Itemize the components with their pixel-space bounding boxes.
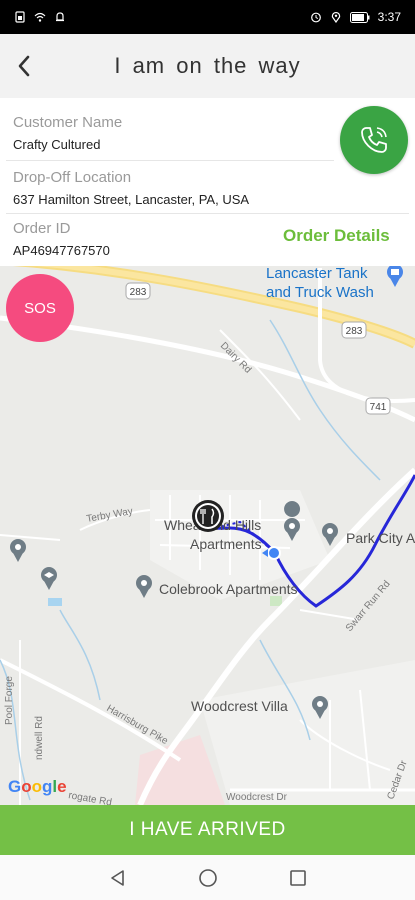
back-triangle-icon [110,869,124,886]
back-button[interactable] [8,48,40,84]
call-customer-button[interactable] [340,106,408,174]
customer-name-field: Customer Name Crafty Cultured [6,114,334,152]
place-label-woodcrest: Woodcrest Villa [191,698,288,714]
restaurant-marker[interactable] [192,500,224,532]
customer-name-value: Crafty Cultured [13,137,101,152]
place-label-lancaster-tank-1: Lancaster Tank [266,265,368,282]
divider [6,213,409,214]
status-time: 3:37 [377,10,401,24]
location-icon [331,12,340,23]
home-circle-icon [198,868,217,887]
google-logo: Google [8,777,67,796]
system-nav-bar [0,855,415,900]
place-label-colebrook: Colebrook Apartments [159,581,298,597]
nav-home-button[interactable] [197,867,219,889]
shield-283-b: 283 [346,326,363,337]
road-label-woodcrest-dr: Woodcrest Dr [226,792,288,803]
page-title: I am on the way [114,53,301,78]
dropoff-location-field: Drop-Off Location 637 Hamilton Street, L… [6,169,334,207]
sim-icon [15,11,25,23]
place-label-lancaster-tank-2: and Truck Wash [266,284,374,301]
dropoff-location-label: Drop-Off Location [13,169,132,186]
status-right-icons: 3:37 [310,10,401,24]
alarm-icon [310,12,321,23]
shield-741: 741 [370,402,387,413]
divider [6,160,334,161]
recents-square-icon [289,869,306,886]
nav-recents-button[interactable] [287,867,309,889]
wifi-icon [34,12,46,22]
shield-283-a: 283 [130,287,147,298]
dropoff-location-value: 637 Hamilton Street, Lancaster, PA, USA [13,192,250,207]
nav-back-button[interactable] [107,867,129,889]
app-header: I am on the way [0,34,415,98]
road-label-pool-forge: Pool Forge [4,676,15,725]
place-label-wheatland-2: Apartments [190,536,262,552]
customer-name-label: Customer Name [13,114,123,131]
chevron-left-icon [18,55,30,77]
place-label-park-city: Park City A [346,530,415,546]
phone-icon [361,127,387,153]
i-have-arrived-button[interactable]: I HAVE ARRIVED [0,805,415,855]
status-bar: 3:37 [0,0,415,34]
battery-icon [349,11,370,23]
notification-bell-icon [56,12,64,22]
sos-button[interactable]: SOS [6,274,74,342]
road-label-ndwell: ndwell Rd [34,716,45,760]
order-details-link[interactable]: Order Details [283,226,390,246]
status-left-icons [14,11,66,23]
